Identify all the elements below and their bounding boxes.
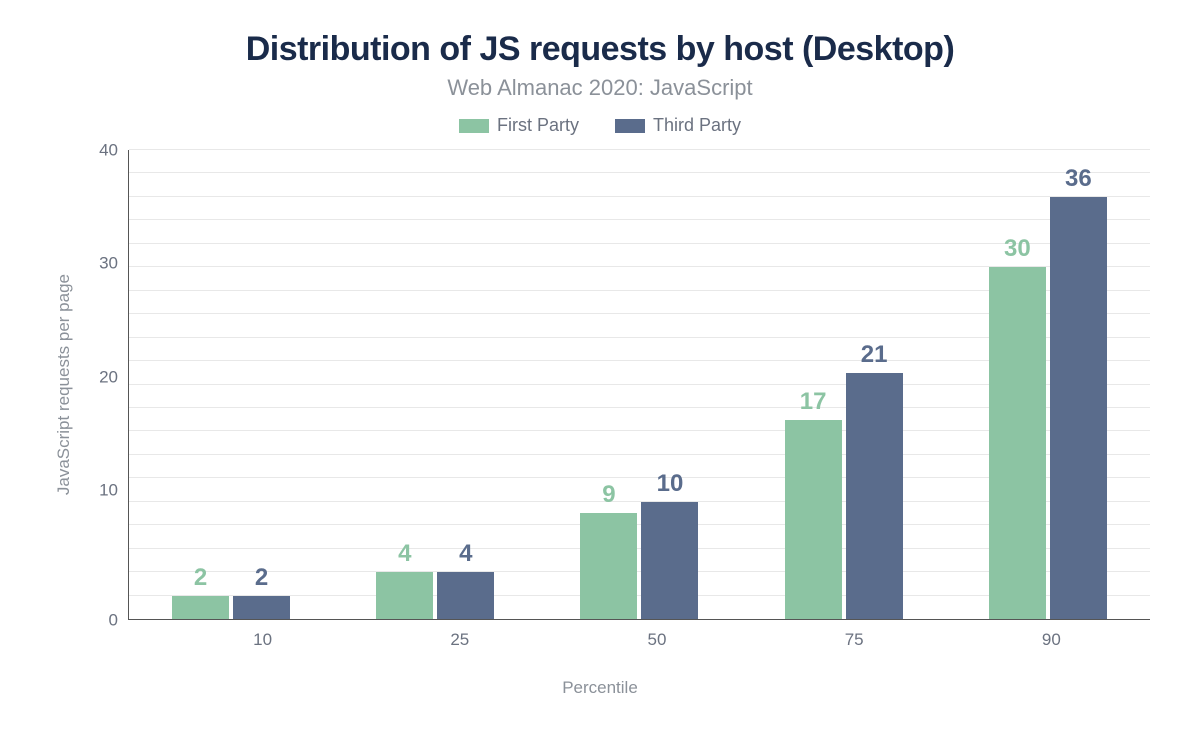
chart-title: Distribution of JS requests by host (Des… (50, 30, 1150, 69)
plot-area: 224491017213036 (128, 150, 1150, 620)
legend-item-third-party: Third Party (615, 115, 741, 136)
bar-group: 3036 (989, 150, 1107, 619)
bar-first-party: 2 (172, 596, 229, 619)
legend-swatch-icon (459, 119, 489, 133)
bar-value-label: 30 (1004, 235, 1031, 263)
bar-third-party: 10 (641, 502, 698, 619)
y-tick: 30 (99, 255, 118, 272)
bar-value-label: 21 (861, 341, 888, 369)
y-tick: 20 (99, 368, 118, 385)
bar-first-party: 4 (376, 572, 433, 619)
chart-container: Distribution of JS requests by host (Des… (0, 0, 1200, 742)
bar-value-label: 17 (800, 388, 827, 416)
bar-value-label: 9 (602, 481, 615, 509)
bar-value-label: 10 (657, 470, 684, 498)
bar-value-label: 2 (255, 564, 268, 592)
y-tick: 0 (109, 612, 118, 629)
x-tick: 25 (400, 630, 520, 650)
y-axis-label: JavaScript requests per page (50, 274, 74, 495)
chart-subtitle: Web Almanac 2020: JavaScript (50, 75, 1150, 101)
bar-third-party: 2 (233, 596, 290, 619)
x-tick: 50 (597, 630, 717, 650)
bar-group: 44 (376, 150, 494, 619)
plot-row: JavaScript requests per page 40 30 20 10… (50, 150, 1150, 620)
x-tick: 75 (794, 630, 914, 650)
bar-group: 910 (580, 150, 698, 619)
legend-item-first-party: First Party (459, 115, 579, 136)
x-axis: 10 25 50 75 90 (124, 630, 1150, 650)
bar-value-label: 4 (459, 540, 472, 568)
legend: First Party Third Party (50, 115, 1150, 136)
bar-third-party: 36 (1050, 197, 1107, 619)
bars-container: 224491017213036 (129, 150, 1150, 619)
bar-first-party: 17 (785, 420, 842, 619)
y-tick: 10 (99, 481, 118, 498)
bar-first-party: 9 (580, 513, 637, 619)
x-tick: 10 (203, 630, 323, 650)
bar-first-party: 30 (989, 267, 1046, 619)
y-axis: 40 30 20 10 0 (74, 150, 128, 620)
x-axis-label: Percentile (50, 678, 1150, 698)
bar-third-party: 4 (437, 572, 494, 619)
y-tick: 40 (99, 142, 118, 159)
bar-value-label: 4 (398, 540, 411, 568)
bar-group: 22 (172, 150, 290, 619)
x-tick: 90 (991, 630, 1111, 650)
legend-label: First Party (497, 115, 579, 136)
bar-value-label: 2 (194, 564, 207, 592)
legend-label: Third Party (653, 115, 741, 136)
bar-value-label: 36 (1065, 165, 1092, 193)
bar-group: 1721 (785, 150, 903, 619)
bar-third-party: 21 (846, 373, 903, 619)
legend-swatch-icon (615, 119, 645, 133)
